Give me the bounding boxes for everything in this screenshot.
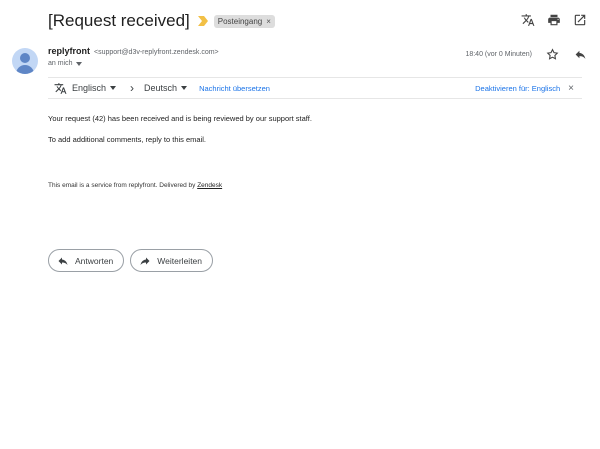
reply-button[interactable]: Antworten — [48, 249, 125, 272]
close-icon[interactable]: × — [568, 83, 574, 94]
inbox-label-chip: Posteingang × — [213, 14, 275, 28]
chevron-down-icon — [75, 61, 82, 66]
forward-button[interactable]: Weiterleiten — [130, 249, 214, 272]
label-text: Posteingang — [217, 16, 263, 26]
email-subject: [Request received] — [48, 11, 190, 30]
sender-block: replyfront <support@d3v-replyfront.zende… — [48, 46, 219, 67]
chevron-down-icon — [110, 86, 117, 90]
reply-icon — [58, 257, 68, 265]
recipient-details-toggle[interactable]: an mich — [48, 60, 219, 67]
translate-icon[interactable] — [520, 12, 536, 28]
translate-message-link[interactable]: Nachricht übersetzen — [199, 84, 270, 93]
zendesk-link[interactable]: Zendesk — [197, 182, 222, 189]
open-in-new-icon[interactable] — [572, 12, 588, 28]
translate-controls: Englisch › Deutsch Nachricht übersetzen — [52, 80, 270, 96]
print-icon[interactable] — [546, 12, 562, 28]
avatar-body — [16, 65, 34, 74]
recipient-label: an mich — [48, 60, 73, 67]
important-marker-icon[interactable] — [197, 16, 210, 26]
chevron-down-icon — [181, 86, 188, 90]
subject-row: [Request received] Posteingang × — [48, 8, 588, 34]
body-line: To add additional comments, reply to thi… — [48, 134, 206, 144]
body-line: Your request (42) has been received and … — [48, 114, 312, 123]
target-language-label: Deutsch — [144, 83, 178, 93]
footer-note: This email is a service from replyfront.… — [48, 182, 222, 189]
target-language-select[interactable]: Deutsch — [144, 83, 188, 93]
remove-label-button[interactable]: × — [266, 17, 271, 26]
sender-email: <support@d3v-replyfront.zendesk.com> — [94, 49, 219, 56]
source-language-label: Englisch — [72, 83, 107, 93]
email-body: Your request (42) has been received and … — [48, 114, 312, 156]
footer-text: This email is a service from replyfront.… — [48, 182, 198, 189]
sender-name[interactable]: replyfront — [48, 46, 90, 56]
source-language-select[interactable]: Englisch — [72, 83, 117, 93]
forward-icon — [140, 257, 150, 265]
forward-label: Weiterleiten — [157, 255, 203, 266]
timestamp: 18:40 (vor 0 Minuten) — [465, 50, 532, 58]
reply-icon[interactable] — [572, 46, 588, 62]
reply-label: Antworten — [75, 255, 114, 266]
disable-translation-link[interactable]: Deaktivieren für: Englisch — [475, 84, 560, 93]
translate-icon — [52, 80, 68, 96]
top-actions — [520, 12, 588, 28]
avatar-head — [20, 53, 30, 63]
sender-avatar[interactable] — [12, 48, 38, 74]
translate-bar-right: Deaktivieren für: Englisch × — [475, 83, 574, 94]
reply-actions: Antworten Weiterleiten — [48, 249, 214, 272]
arrow-right-icon: › — [130, 81, 135, 95]
translate-bar: Englisch › Deutsch Nachricht übersetzen … — [48, 77, 582, 99]
sender-line: replyfront <support@d3v-replyfront.zende… — [48, 46, 219, 56]
message-meta: 18:40 (vor 0 Minuten) — [465, 46, 588, 62]
star-icon[interactable] — [544, 46, 560, 62]
